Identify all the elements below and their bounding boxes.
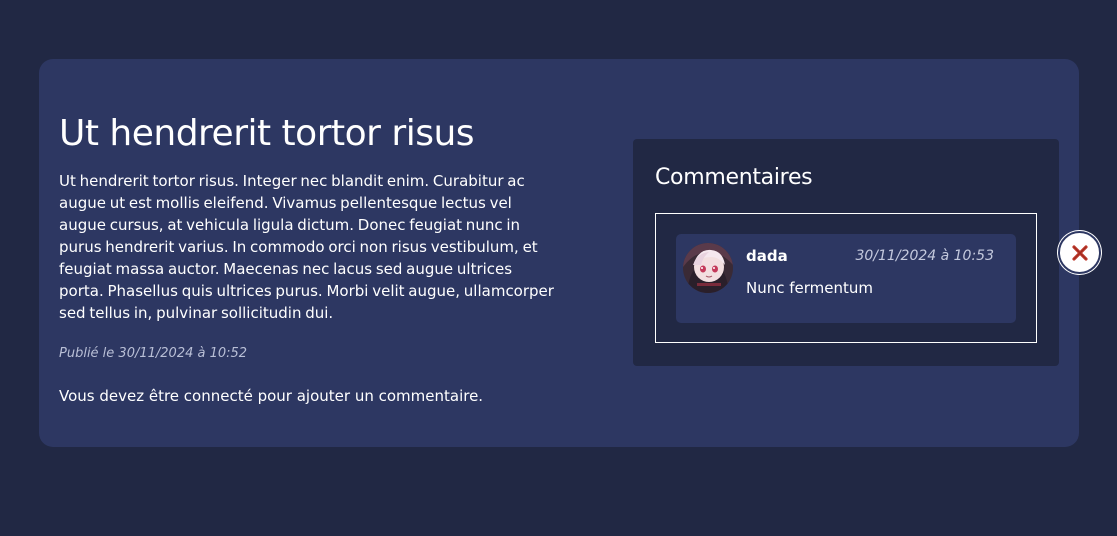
comments-list[interactable]: dada 30/11/2024 à 10:53 Nunc fermentum bbox=[655, 213, 1037, 343]
close-icon bbox=[1071, 244, 1088, 261]
avatar bbox=[683, 243, 733, 293]
comments-panel: Commentaires dada 30/11/2024 à 10:53 Nun… bbox=[633, 139, 1059, 366]
avatar-image bbox=[683, 243, 733, 293]
comment-author: dada bbox=[746, 247, 788, 265]
post-title: Ut hendrerit tortor risus bbox=[59, 113, 475, 154]
comment-text: Nunc fermentum bbox=[746, 279, 874, 297]
post-body: Ut hendrerit tortor risus. Integer nec b… bbox=[59, 172, 554, 322]
comments-title: Commentaires bbox=[655, 165, 813, 190]
close-button[interactable] bbox=[1058, 231, 1101, 274]
post-card: Ut hendrerit tortor risus Ut hendrerit t… bbox=[39, 59, 1079, 447]
post-date: Publié le 30/11/2024 à 10:52 bbox=[59, 346, 248, 361]
login-required-note: Vous devez être connecté pour ajouter un… bbox=[59, 387, 484, 405]
comment-item: dada 30/11/2024 à 10:53 Nunc fermentum bbox=[676, 234, 1016, 323]
comment-date: 30/11/2024 à 10:53 bbox=[855, 248, 994, 264]
